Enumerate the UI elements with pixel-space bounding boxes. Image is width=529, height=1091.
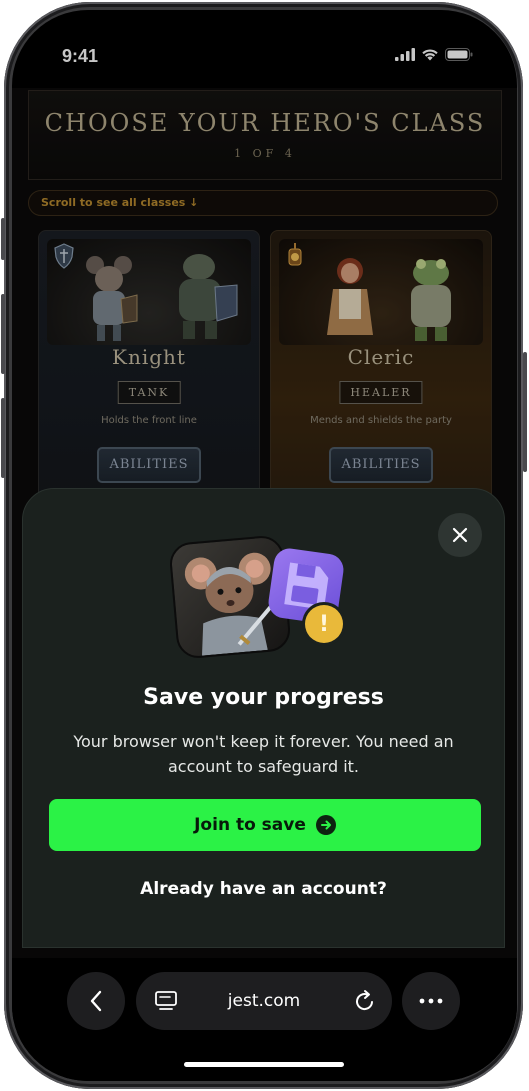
volume-up-button <box>1 294 5 374</box>
join-button-label: Join to save <box>194 815 306 835</box>
browser-toolbar: jest.com <box>12 958 517 1081</box>
more-horizontal-icon <box>419 998 443 1004</box>
reload-icon[interactable] <box>354 989 376 1013</box>
close-icon <box>452 527 468 543</box>
save-progress-sheet: ! Save your progress Your browser won't … <box>22 488 505 948</box>
sheet-description: Your browser won't keep it forever. You … <box>73 732 454 776</box>
address-bar[interactable]: jest.com <box>136 972 392 1030</box>
power-button <box>523 352 527 472</box>
save-illustration: ! <box>168 531 353 661</box>
action-button <box>1 218 5 260</box>
volume-down-button <box>1 398 5 478</box>
more-options-button[interactable] <box>402 972 460 1030</box>
phone-screen: 9:41 CHOOSE YOUR HERO'S CLASS 1 OF 4 Scr… <box>12 10 517 1081</box>
already-have-account-link[interactable]: Already have an account? <box>23 879 504 899</box>
arrow-right-circle-icon <box>315 815 336 835</box>
join-to-save-button[interactable]: Join to save <box>49 799 481 851</box>
warning-icon: ! <box>305 605 343 643</box>
back-button[interactable] <box>67 972 125 1030</box>
chevron-left-icon <box>90 990 102 1012</box>
close-button[interactable] <box>438 513 482 557</box>
sheet-title: Save your progress <box>143 685 384 710</box>
home-indicator[interactable] <box>184 1062 344 1067</box>
